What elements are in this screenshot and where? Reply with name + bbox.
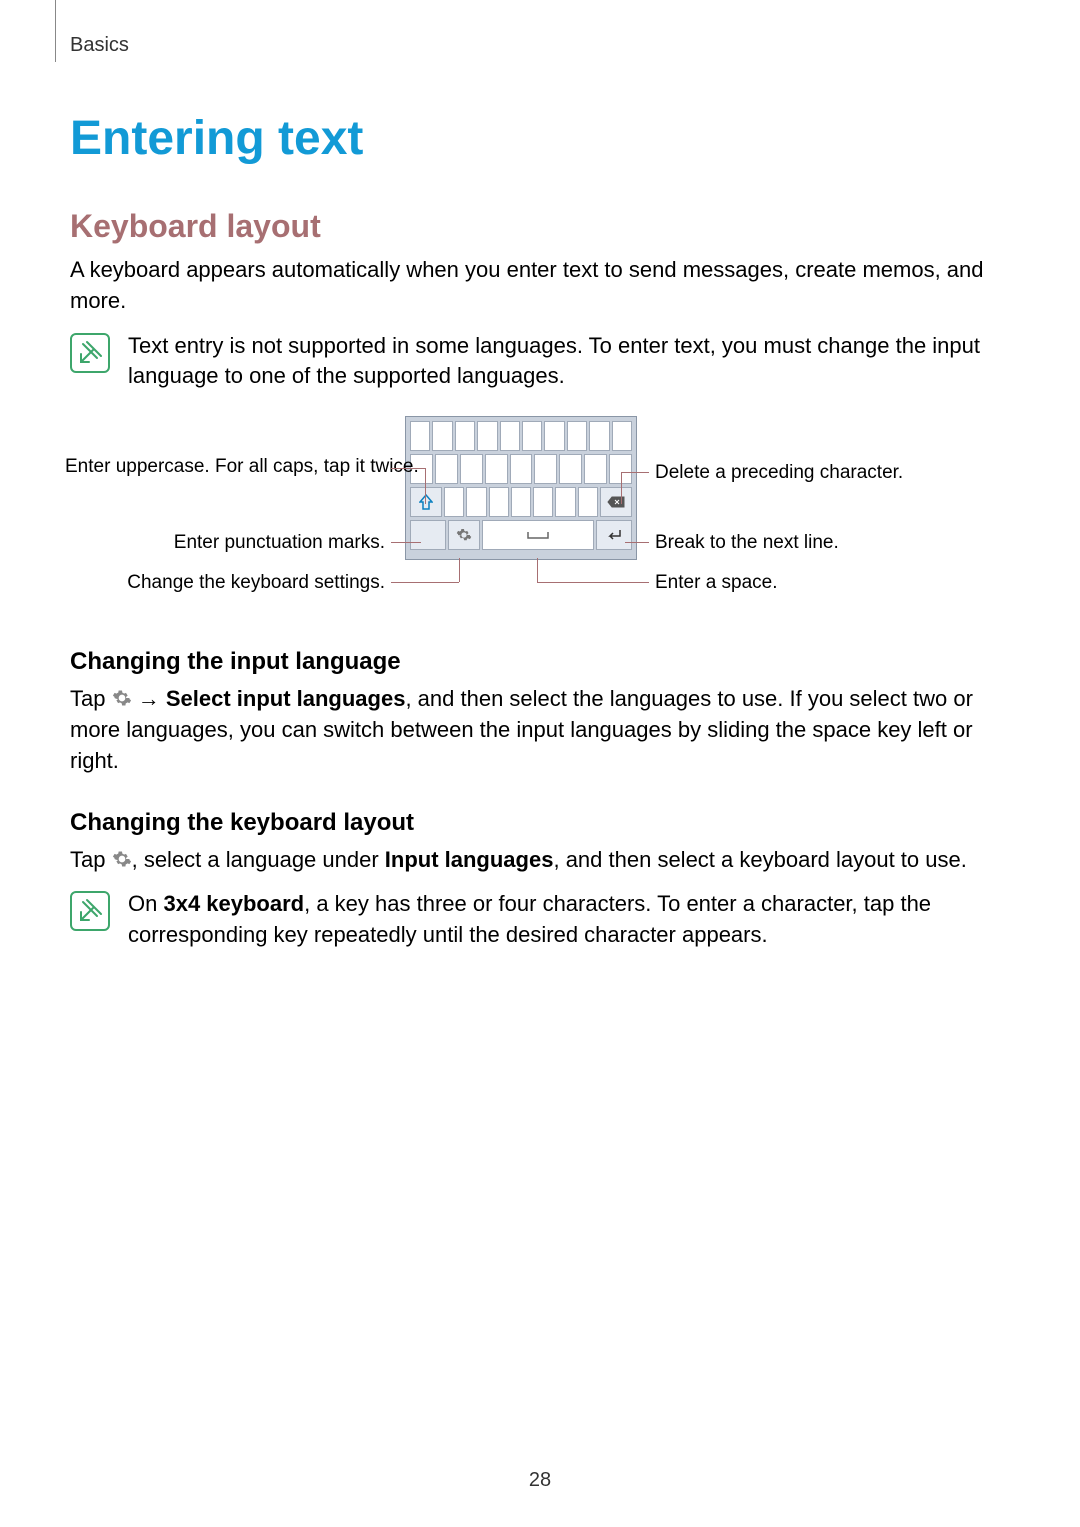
sub1-pre: Tap [70, 686, 112, 711]
page-title: Entering text [70, 111, 995, 166]
note2-bold: 3x4 keyboard [163, 891, 304, 916]
callout-uppercase: Enter uppercase. For all caps, tap it tw… [65, 456, 385, 478]
settings-key-icon [448, 520, 480, 550]
sub1-bold: Select input languages [166, 686, 406, 711]
callout-settings: Change the keyboard settings. [65, 572, 385, 594]
callout-nextline: Break to the next line. [655, 532, 839, 554]
sub2-pre: Tap [70, 847, 112, 872]
note-text-2: On 3x4 keyboard, a key has three or four… [128, 889, 995, 951]
backspace-key-icon [600, 487, 632, 517]
sub1-para: Tap → Select input languages, and then s… [70, 684, 995, 776]
keyboard-illustration [405, 416, 637, 560]
section-heading-keyboard-layout: Keyboard layout [70, 208, 995, 245]
note-block-1: Text entry is not supported in some lang… [70, 331, 995, 393]
sub2-post: , and then select a keyboard layout to u… [553, 847, 966, 872]
note-text-1: Text entry is not supported in some lang… [128, 331, 995, 393]
page-number: 28 [0, 1469, 1080, 1492]
symbol-key [410, 520, 446, 550]
enter-key-icon [596, 520, 632, 550]
header-rule [55, 0, 56, 62]
gear-icon [112, 849, 132, 869]
callout-punctuation: Enter punctuation marks. [65, 532, 385, 554]
note2-pre: On [128, 891, 163, 916]
sub2-bold: Input languages [385, 847, 554, 872]
subheading-keyboard-layout: Changing the keyboard layout [70, 809, 995, 837]
sub1-arrow: → [138, 686, 166, 711]
shift-key-icon [410, 487, 442, 517]
callout-space: Enter a space. [655, 572, 778, 594]
note-block-2: On 3x4 keyboard, a key has three or four… [70, 889, 995, 951]
note-icon [70, 333, 110, 373]
keyboard-diagram: Enter uppercase. For all caps, tap it tw… [65, 416, 985, 616]
sub2-mid: , select a language under [132, 847, 385, 872]
subheading-input-language: Changing the input language [70, 648, 995, 676]
sub2-para: Tap , select a language under Input lang… [70, 845, 995, 876]
space-key-icon [482, 520, 594, 550]
note-icon [70, 891, 110, 931]
section1-para: A keyboard appears automatically when yo… [70, 255, 995, 317]
gear-icon [112, 688, 132, 708]
breadcrumb: Basics [70, 34, 995, 57]
callout-delete: Delete a preceding character. [655, 462, 903, 484]
